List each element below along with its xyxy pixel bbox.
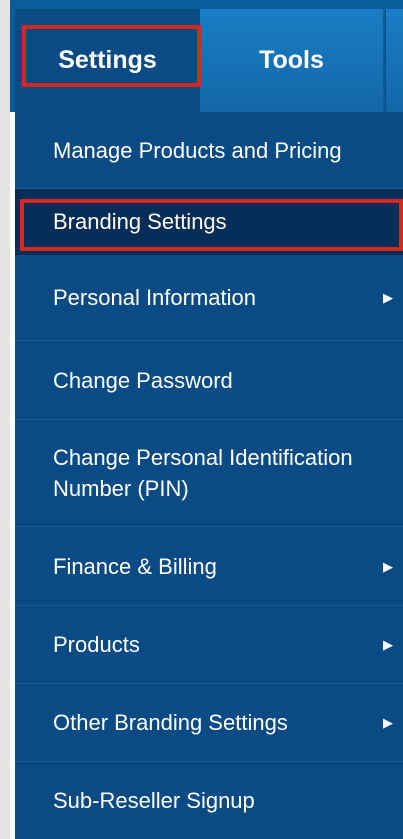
menu-item-branding-settings[interactable]: Branding Settings	[15, 189, 403, 255]
submenu-arrow-icon: ▶	[383, 290, 393, 305]
left-gutter	[0, 0, 10, 839]
menu-item-label: Products	[53, 632, 140, 657]
settings-panel: Settings Tools Manage Products and Prici…	[0, 0, 403, 839]
menu-item-label: Change Personal Identification Number (P…	[53, 445, 353, 501]
tab-bar: Settings Tools	[10, 0, 403, 112]
menu-item-products[interactable]: Products ▶	[15, 606, 403, 684]
menu-item-label: Other Branding Settings	[53, 710, 288, 735]
menu-item-manage-products-and-pricing[interactable]: Manage Products and Pricing	[15, 112, 403, 189]
menu-item-label: Change Password	[53, 367, 233, 393]
menu-item-change-pin[interactable]: Change Personal Identification Number (P…	[15, 420, 403, 527]
tab-next-partial[interactable]	[385, 9, 403, 112]
menu-item-label: Finance & Billing	[53, 553, 217, 579]
submenu-arrow-icon: ▶	[383, 715, 393, 730]
submenu-arrow-icon: ▶	[383, 637, 393, 652]
menu-item-other-branding-settings[interactable]: Other Branding Settings ▶	[15, 684, 403, 762]
menu-item-label: Manage Products and Pricing	[53, 137, 342, 163]
menu-item-label: Branding Settings	[53, 209, 227, 234]
menu-item-finance-billing[interactable]: Finance & Billing ▶	[15, 527, 403, 606]
menu-item-personal-information[interactable]: Personal Information ▶	[15, 255, 403, 341]
menu-item-change-password[interactable]: Change Password	[15, 341, 403, 420]
menu-item-label: Personal Information	[53, 285, 256, 310]
menu-item-sub-reseller-signup[interactable]: Sub-Reseller Signup	[15, 762, 403, 839]
settings-menu: Manage Products and Pricing Branding Set…	[15, 112, 403, 839]
submenu-arrow-icon: ▶	[383, 558, 393, 574]
tab-settings[interactable]: Settings	[15, 9, 200, 112]
tab-tools[interactable]: Tools	[200, 9, 383, 112]
menu-item-label: Sub-Reseller Signup	[53, 788, 255, 813]
